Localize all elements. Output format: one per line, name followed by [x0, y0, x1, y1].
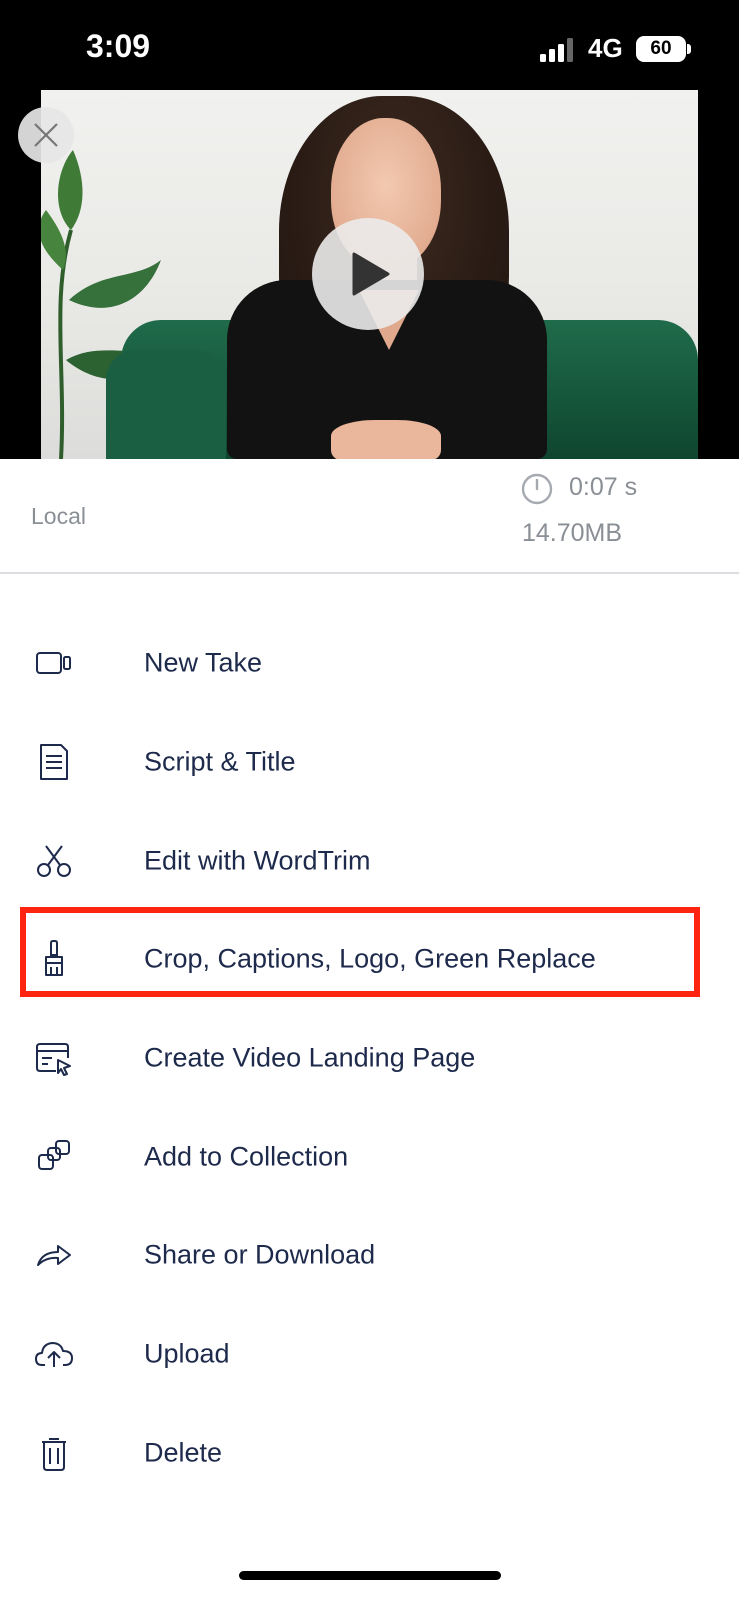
clock-icon — [521, 473, 553, 505]
menu-item-new-take[interactable]: New Take — [0, 614, 739, 713]
close-icon — [34, 123, 58, 147]
menu-item-add-collection[interactable]: Add to Collection — [0, 1107, 739, 1206]
play-icon — [352, 252, 390, 296]
trash-icon — [42, 1437, 66, 1471]
collection-icon — [38, 1139, 70, 1170]
file-size-label: 14.70MB — [522, 519, 623, 547]
menu-item-crop-captions[interactable]: Crop, Captions, Logo, Green Replace — [0, 910, 739, 1009]
battery-tip — [687, 44, 691, 54]
source-label: Local — [31, 503, 86, 529]
play-button[interactable] — [312, 218, 424, 330]
divider — [0, 572, 739, 574]
signal-icon — [540, 38, 573, 62]
paintbrush-icon — [45, 940, 63, 977]
status-time: 3:09 — [86, 28, 151, 64]
menu-item-script-title[interactable]: Script & Title — [0, 713, 739, 812]
sofa-arm — [106, 350, 226, 459]
scissors-icon — [37, 845, 71, 877]
menu-item-delete[interactable]: Delete — [0, 1404, 739, 1503]
status-bar: 3:09 4G 60 — [0, 0, 739, 90]
battery-icon: 60 — [636, 36, 686, 62]
video-camera-icon — [36, 652, 71, 675]
home-indicator[interactable] — [239, 1571, 501, 1580]
action-menu: New Take Script & Title Edit with WordTr… — [0, 614, 739, 1502]
menu-item-label: Upload — [144, 1338, 230, 1369]
menu-item-label: Share or Download — [144, 1239, 376, 1270]
close-button[interactable] — [18, 107, 74, 163]
menu-item-label: Edit with WordTrim — [144, 845, 371, 876]
video-meta: Local 0:07 s 14.70MB — [0, 459, 739, 573]
person-hands — [331, 420, 441, 459]
menu-item-label: Crop, Captions, Logo, Green Replace — [144, 943, 596, 974]
menu-item-wordtrim[interactable]: Edit with WordTrim — [0, 811, 739, 910]
network-label: 4G — [588, 33, 623, 63]
cloud-upload-icon — [35, 1342, 73, 1368]
menu-item-label: Create Video Landing Page — [144, 1042, 476, 1073]
menu-item-label: Delete — [144, 1437, 223, 1468]
duration-label: 0:07 s — [569, 473, 638, 501]
landing-page-icon — [36, 1043, 71, 1077]
menu-item-label: New Take — [144, 647, 263, 678]
menu-item-share-download[interactable]: Share or Download — [0, 1206, 739, 1305]
menu-item-label: Add to Collection — [144, 1141, 349, 1172]
share-icon — [37, 1245, 71, 1267]
menu-item-label: Script & Title — [144, 746, 296, 777]
document-icon — [40, 744, 68, 781]
menu-item-upload[interactable]: Upload — [0, 1305, 739, 1404]
menu-item-landing-page[interactable]: Create Video Landing Page — [0, 1009, 739, 1108]
